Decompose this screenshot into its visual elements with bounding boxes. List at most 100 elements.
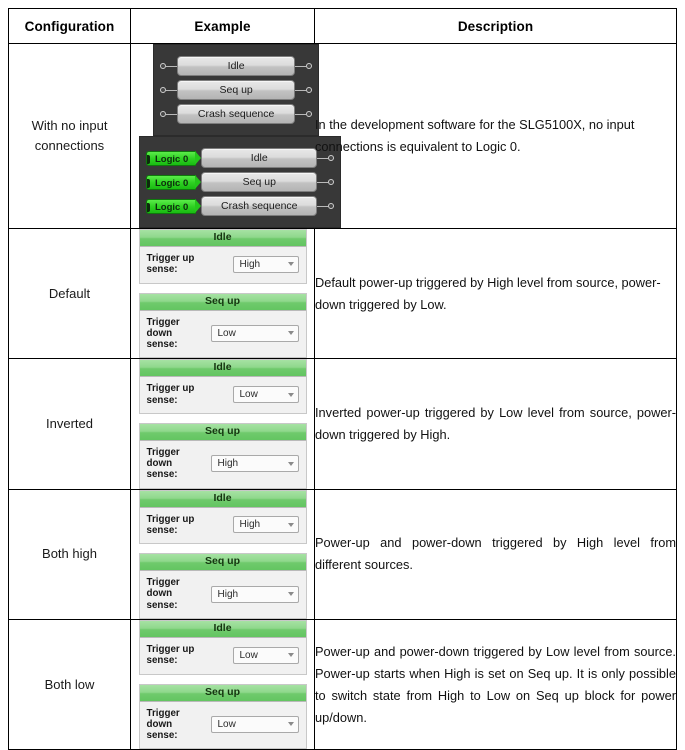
trigger-sense-dropdown[interactable]: Low bbox=[210, 324, 299, 342]
schematic-block[interactable]: Idle bbox=[177, 56, 296, 76]
example-cell: Idle Trigger up sense: Low Seq up Trigger do… bbox=[130, 358, 315, 490]
config-label-cell: With no input connections bbox=[8, 43, 131, 229]
output-pin[interactable] bbox=[306, 111, 313, 117]
dropdown-value: High bbox=[217, 458, 239, 470]
schematic-block[interactable]: Seq up bbox=[201, 172, 318, 192]
table-header-row: Configuration Example Description bbox=[8, 8, 677, 44]
property-widget: Idle Trigger up sense: High bbox=[138, 229, 307, 284]
column-header-configuration: Configuration bbox=[8, 8, 131, 44]
widget-field-label: Trigger down sense: bbox=[146, 446, 180, 481]
widget-field-label: Trigger up sense: bbox=[146, 513, 195, 536]
column-header-description: Description bbox=[314, 8, 677, 44]
widget-header: Idle bbox=[139, 230, 306, 247]
dropdown-value: Low bbox=[239, 389, 258, 401]
dropdown-value: Low bbox=[217, 327, 236, 339]
schematic-block[interactable]: Idle bbox=[201, 148, 318, 168]
widget-field-label: Trigger down sense: bbox=[146, 316, 180, 351]
example-content: Idle Trigger up sense: High Seq up Trigger d… bbox=[138, 229, 307, 359]
trigger-sense-dropdown[interactable]: High bbox=[210, 455, 299, 473]
chevron-down-icon bbox=[287, 592, 294, 597]
widget-header: Seq up bbox=[139, 293, 306, 311]
config-label: Default bbox=[48, 285, 91, 301]
example-content: Idle Trigger up sense: High Seq up Trigger d… bbox=[138, 489, 307, 619]
property-widget: Seq up Trigger down sense: Low bbox=[138, 292, 307, 359]
output-pin[interactable] bbox=[306, 63, 313, 69]
dropdown-value: High bbox=[217, 588, 239, 600]
chevron-down-icon bbox=[287, 722, 294, 727]
config-label-cell: Default bbox=[8, 227, 131, 360]
config-label-cell: Both high bbox=[8, 488, 131, 620]
table-row: Inverted Idle Trigger up sense: Low Seq up Tr… bbox=[8, 358, 677, 490]
widget-field-label: Trigger down sense: bbox=[146, 577, 180, 611]
widget-body: Trigger up sense: Low bbox=[140, 377, 306, 413]
chevron-down-icon bbox=[287, 522, 294, 527]
schematic-block[interactable]: Crash sequence bbox=[201, 196, 318, 216]
logic-0-tag[interactable]: Logic 0 bbox=[146, 198, 202, 214]
description-cell: In the development software for the SLG5… bbox=[314, 43, 677, 229]
widget-body: Trigger down sense: High bbox=[140, 571, 306, 618]
trigger-sense-dropdown[interactable]: High bbox=[210, 585, 299, 603]
example-cell: Idle Seq up Crash sequence Logic 0 Idle Logic… bbox=[130, 43, 342, 229]
output-wire bbox=[295, 89, 307, 91]
schematic-block-row: Logic 0 Crash sequence bbox=[146, 196, 335, 216]
description-cell: Default power-up triggered by High level… bbox=[314, 227, 677, 360]
example-cell: Idle Trigger up sense: Low Seq up Trigger do… bbox=[130, 618, 315, 750]
widget-header: Seq up bbox=[139, 684, 306, 702]
column-header-example: Example bbox=[130, 8, 315, 44]
property-widget: Idle Trigger up sense: Low bbox=[138, 359, 307, 414]
widget-header: Seq up bbox=[139, 554, 306, 572]
logic-0-tag[interactable]: Logic 0 bbox=[146, 150, 202, 166]
widget-field-label: Trigger up sense: bbox=[146, 643, 195, 667]
schematic-logic0-inputs: Logic 0 Idle Logic 0 Seq up Logic 0 Crash seq… bbox=[139, 136, 342, 228]
chevron-down-icon bbox=[287, 653, 294, 658]
dropdown-value: High bbox=[239, 519, 261, 531]
output-wire bbox=[317, 181, 329, 183]
dropdown-value: Low bbox=[239, 649, 258, 661]
widget-header: Seq up bbox=[139, 423, 306, 441]
table-row: Both high Idle Trigger up sense: High Seq up… bbox=[8, 488, 677, 620]
schematic-block[interactable]: Seq up bbox=[177, 80, 296, 100]
trigger-sense-dropdown[interactable]: High bbox=[232, 255, 299, 273]
config-label: Both high bbox=[42, 546, 97, 562]
schematic-block-row: Idle bbox=[160, 56, 313, 76]
chevron-down-icon bbox=[287, 392, 294, 397]
example-content: Idle Seq up Crash sequence Logic 0 Idle Logic… bbox=[131, 44, 342, 228]
config-label: Both low bbox=[44, 676, 95, 692]
widget-field-label: Trigger up sense: bbox=[146, 253, 195, 276]
widget-header: Idle bbox=[139, 360, 306, 378]
description-cell: Power-up and power-down triggered by Hig… bbox=[314, 488, 677, 620]
chevron-down-icon bbox=[287, 262, 294, 267]
logic-0-tag[interactable]: Logic 0 bbox=[146, 174, 202, 190]
configuration-table-container: Configuration Example Description With n… bbox=[8, 8, 677, 750]
table-body: With no input connections Idle Seq up Crash… bbox=[8, 43, 677, 750]
output-pin[interactable] bbox=[328, 203, 335, 209]
trigger-sense-dropdown[interactable]: High bbox=[232, 516, 299, 534]
description-cell: Inverted power-up triggered by Low level… bbox=[314, 358, 677, 490]
widget-field-label: Trigger up sense: bbox=[146, 383, 195, 406]
description-cell: Power-up and power-down triggered by Low… bbox=[314, 618, 677, 750]
config-label-cell: Both low bbox=[8, 618, 131, 750]
input-wire bbox=[166, 89, 178, 91]
trigger-sense-dropdown[interactable]: Low bbox=[232, 646, 299, 664]
example-cell: Idle Trigger up sense: High Seq up Trigger d… bbox=[130, 227, 315, 360]
property-widget: Seq up Trigger down sense: High bbox=[138, 422, 307, 489]
output-wire bbox=[295, 65, 307, 67]
table-row: Default Idle Trigger up sense: High Seq up Tr… bbox=[8, 227, 677, 360]
table-row: With no input connections Idle Seq up Crash… bbox=[8, 43, 677, 229]
widget-body: Trigger up sense: Low bbox=[140, 638, 306, 674]
widget-body: Trigger down sense: Low bbox=[140, 702, 306, 749]
output-pin[interactable] bbox=[306, 87, 313, 93]
output-pin[interactable] bbox=[328, 179, 335, 185]
config-label: Inverted bbox=[46, 415, 93, 431]
schematic-block-row: Seq up bbox=[160, 80, 313, 100]
table-row: Both low Idle Trigger up sense: Low Seq up Tr… bbox=[8, 618, 677, 750]
trigger-sense-dropdown[interactable]: Low bbox=[232, 386, 299, 404]
schematic-block[interactable]: Crash sequence bbox=[177, 104, 296, 124]
output-wire bbox=[317, 205, 329, 207]
schematic-block-row: Crash sequence bbox=[160, 104, 313, 124]
property-widget: Seq up Trigger down sense: High bbox=[138, 553, 307, 619]
dropdown-value: High bbox=[239, 258, 261, 270]
widget-header: Idle bbox=[139, 490, 306, 508]
trigger-sense-dropdown[interactable]: Low bbox=[210, 715, 299, 733]
example-content: Idle Trigger up sense: Low Seq up Trigger do… bbox=[138, 619, 307, 750]
